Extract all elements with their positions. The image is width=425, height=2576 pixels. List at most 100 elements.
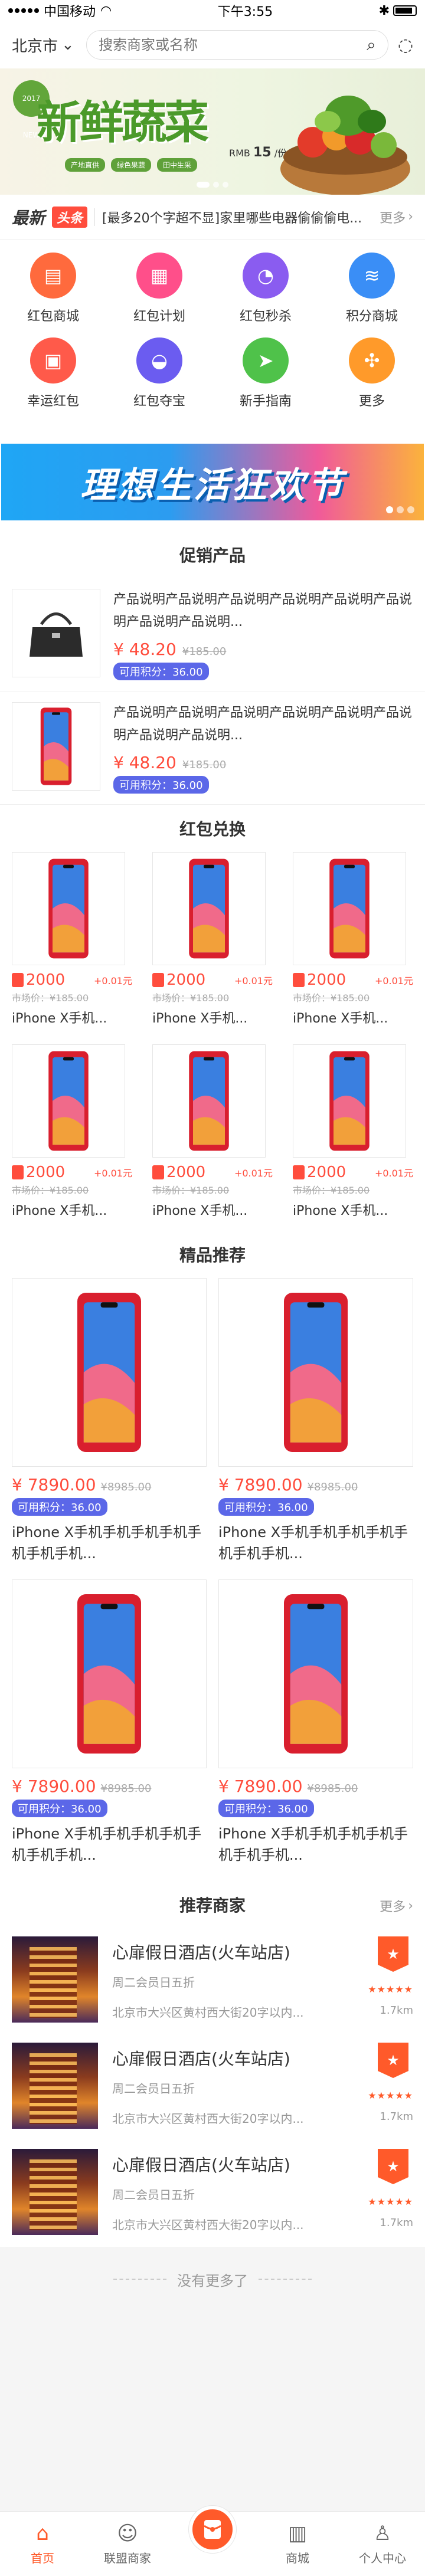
points-badge: 可用积分：36.00 [113, 776, 209, 794]
merchant-name: 心扉假日酒店(火车站店) [112, 2049, 290, 2069]
category-item[interactable]: ✣ 更多 [319, 337, 425, 409]
promo-dot[interactable] [407, 506, 414, 513]
category-item[interactable]: ➤ 新手指南 [212, 337, 319, 409]
promo-product[interactable]: 产品说明产品说明产品说明产品说明产品说明产品说明产品说明产品说明... ¥ 48.… [0, 578, 425, 691]
promo-dot[interactable] [397, 506, 404, 513]
merchant-title: 推荐商家 [179, 1896, 246, 1915]
news-brand: 最新 [12, 208, 45, 228]
tab-merchants[interactable]: ☺ 联盟商家 [85, 2512, 170, 2576]
featured-title: 精品推荐 [179, 1246, 246, 1265]
tab-center[interactable] [170, 2506, 255, 2576]
no-more-text: 没有更多了 [177, 2272, 248, 2289]
redpack-price: 2000 [293, 1164, 346, 1181]
redpack-product[interactable]: 2000 +0.01元 市场价：¥185.00 iPhone X手机... [293, 1044, 413, 1231]
redpack-bonus: +0.01元 [374, 975, 413, 987]
promo-dot[interactable] [386, 506, 393, 513]
category-item[interactable]: ▣ 幸运红包 [0, 337, 106, 409]
price-row: ¥ 7890.00 ¥8985.00 [12, 1475, 207, 1495]
search-input[interactable] [99, 37, 276, 53]
featured-product[interactable]: ¥ 7890.00 ¥8985.00 可用积分：36.00 iPhone X手机手机手… [12, 1278, 207, 1579]
featured-product[interactable]: ¥ 7890.00 ¥8985.00 可用积分：36.00 iPhone X手机手机手… [218, 1579, 413, 1881]
redpack-price-value: 2000 [26, 1164, 66, 1181]
news-ticker[interactable]: 最新 头条 [最多20个字超不显]家里哪些电器偷偷偷电... 更多 › [0, 195, 425, 240]
merchant-name: 心扉假日酒店(火车站店) [112, 2155, 290, 2175]
tab-label: 联盟商家 [104, 2551, 151, 2565]
merchant-address: 北京市大兴区黄村西大街20字以内... [112, 2112, 304, 2126]
redpack-product[interactable]: 2000 +0.01元 市场价：¥185.00 iPhone X手机... [152, 852, 273, 1038]
merchant-info: 心扉假日酒店(火车站店) 周二会员日五折 北京市大兴区黄村西大街20字以内... ★ ★… [112, 1936, 413, 2023]
redpack-product[interactable]: 2000 +0.01元 市场价：¥185.00 iPhone X手机... [293, 852, 413, 1038]
product-thumb [12, 589, 100, 677]
promo-product[interactable]: 产品说明产品说明产品说明产品说明产品说明产品说明产品说明产品说明... ¥ 48.… [0, 691, 425, 805]
product-name: iPhone X手机... [293, 1204, 388, 1218]
merchant-address: 北京市大兴区黄村西大街20字以内... [112, 2218, 304, 2232]
category-item[interactable]: ◔ 红包秒杀 [212, 253, 319, 325]
phone-image [189, 1051, 229, 1151]
phone-image [48, 1051, 89, 1151]
price-row: 2000 +0.01元 [293, 971, 413, 989]
news-headline[interactable]: [最多20个字超不显]家里哪些电器偷偷偷电... [102, 208, 372, 227]
banner-dot[interactable] [197, 182, 210, 188]
price-row: ¥ 48.20 ¥185.00 [113, 753, 413, 772]
redpack-product[interactable]: 2000 +0.01元 市场价：¥185.00 iPhone X手机... [12, 852, 132, 1038]
category-item[interactable]: ▦ 红包计划 [106, 253, 212, 325]
tab-home[interactable]: ⌂ 首页 [0, 2512, 85, 2576]
featured-section: 精品推荐 ¥ 7890.00 ¥8985.00 可用积分：36.00 iPhone X… [0, 1231, 425, 1881]
merchant-address: 北京市大兴区黄村西大街20字以内... [112, 2005, 304, 2020]
redpack-icon [293, 1165, 305, 1179]
category-label: 红包秒杀 [239, 309, 292, 324]
signal-icon [8, 8, 39, 13]
banner-dot[interactable] [223, 182, 228, 188]
search-box[interactable]: ⌕ [86, 30, 388, 60]
banner-dot[interactable] [213, 182, 219, 188]
bluetooth-icon: ✱ [378, 3, 390, 18]
redpack-product[interactable]: 2000 +0.01元 市场价：¥185.00 iPhone X手机... [12, 1044, 132, 1231]
banner-pagination[interactable] [197, 182, 228, 188]
price-row: ¥ 7890.00 ¥8985.00 [218, 1777, 413, 1796]
product-thumb [12, 1278, 207, 1467]
merchant-more-link[interactable]: 更多 › [380, 1896, 413, 1915]
promo-pagination[interactable] [386, 506, 414, 513]
category-icon: ✣ [349, 337, 395, 384]
category-item[interactable]: ▤ 红包商城 [0, 253, 106, 325]
redpack-price-value: 2000 [166, 971, 206, 989]
product-thumb [293, 852, 406, 965]
featured-product[interactable]: ¥ 7890.00 ¥8985.00 可用积分：36.00 iPhone X手机手机手… [12, 1579, 207, 1881]
redpack-fab[interactable] [189, 2506, 236, 2553]
redpack-product[interactable]: 2000 +0.01元 市场价：¥185.00 iPhone X手机... [152, 1044, 273, 1231]
search-icon[interactable]: ⌕ [367, 35, 376, 55]
featured-product[interactable]: ¥ 7890.00 ¥8985.00 可用积分：36.00 iPhone X手机手机手… [218, 1278, 413, 1579]
merchant-info: 心扉假日酒店(火车站店) 周二会员日五折 北京市大兴区黄村西大街20字以内... ★ ★… [112, 2149, 413, 2235]
product-thumb [218, 1278, 413, 1467]
product-name: iPhone X手机手机手机手机手机手机手机... [218, 1524, 408, 1562]
product-name: iPhone X手机手机手机手机手机手机手机... [218, 1826, 408, 1863]
redpack-icon [12, 973, 24, 987]
profile-icon: ♙ [373, 2522, 392, 2545]
chevron-right-icon: › [408, 209, 413, 224]
banner-tag: 田中生采 [157, 158, 198, 172]
news-more-link[interactable]: 更多 › [380, 208, 413, 227]
product-info: 产品说明产品说明产品说明产品说明产品说明产品说明产品说明产品说明... ¥ 48.… [113, 589, 413, 680]
hero-banner[interactable]: 2017 NEW 新鲜蔬菜 产地直供 绿色果蔬 田中生采 RMB 15 /份 [0, 68, 425, 195]
rating-stars: ★★★★★ [368, 2090, 413, 2101]
promo-banner-text: 理想生活狂欢节 [80, 464, 345, 506]
product-name: iPhone X手机... [12, 1011, 107, 1026]
category-item[interactable]: ◒ 红包夺宝 [106, 337, 212, 409]
category-label: 红包计划 [133, 309, 185, 324]
category-label: 幸运红包 [27, 394, 79, 409]
price-row: 2000 +0.01元 [12, 971, 132, 989]
product-name: iPhone X手机... [12, 1204, 107, 1218]
tab-profile[interactable]: ♙ 个人中心 [340, 2512, 425, 2576]
product-thumb [152, 1044, 266, 1158]
category-item[interactable]: ≋ 积分商城 [319, 253, 425, 325]
message-icon[interactable]: ◌ [398, 35, 413, 55]
city-selector[interactable]: 北京市 ⌄ [12, 34, 77, 56]
promo-banner[interactable]: 理想生活狂欢节 [1, 444, 424, 520]
merchant-item[interactable]: 心扉假日酒店(火车站店) 周二会员日五折 北京市大兴区黄村西大街20字以内... ★ ★… [0, 2141, 425, 2247]
merchant-item[interactable]: 心扉假日酒店(火车站店) 周二会员日五折 北京市大兴区黄村西大街20字以内... ★ ★… [0, 1928, 425, 2034]
tab-mall[interactable]: ▥ 商城 [255, 2512, 340, 2576]
merchant-item[interactable]: 心扉假日酒店(火车站店) 周二会员日五折 北京市大兴区黄村西大街20字以内... ★ ★… [0, 2034, 425, 2141]
product-price: ¥ 48.20 [113, 753, 176, 772]
vegetable-basket-image [280, 96, 410, 195]
rating-stars: ★★★★★ [368, 1984, 413, 1995]
